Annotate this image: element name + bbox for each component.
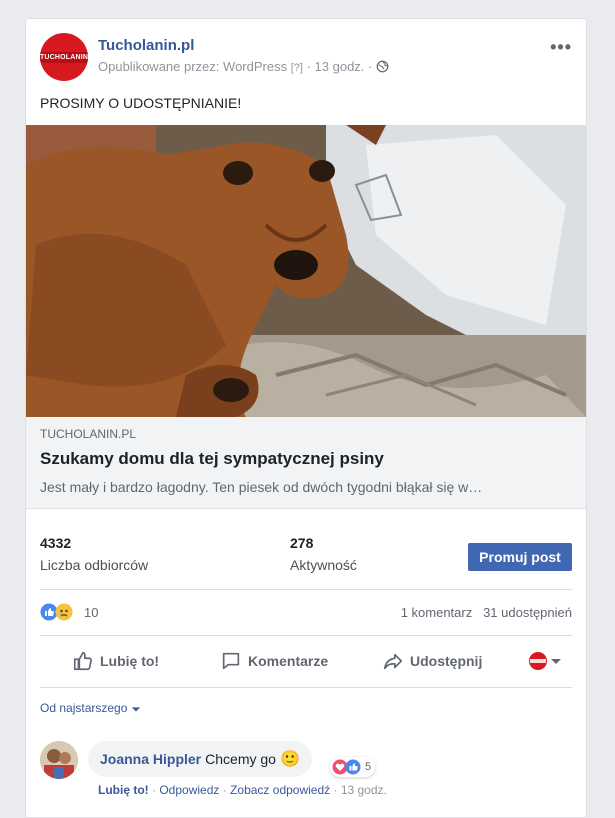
like-reaction-icon bbox=[345, 759, 361, 775]
like-button[interactable]: Lubię to! bbox=[72, 643, 159, 679]
link-domain: TUCHOLANIN.PL bbox=[40, 427, 137, 441]
comment-time[interactable]: 13 godz. bbox=[341, 783, 387, 797]
share-button-label: Udostępnij bbox=[410, 653, 483, 669]
share-button[interactable]: Udostępnij bbox=[382, 643, 482, 679]
meta-separator: · bbox=[306, 59, 311, 74]
comment-author[interactable]: Joanna Hippler bbox=[100, 751, 201, 767]
page-avatar[interactable]: TUCHOLANIN bbox=[40, 33, 88, 81]
post-stats: 4332 Liczba odbiorców 278 Aktywność Prom… bbox=[40, 535, 572, 585]
page-avatar-mini-icon bbox=[529, 652, 547, 670]
comment-text: Chcemy go bbox=[205, 751, 276, 767]
page-name-link[interactable]: Tucholanin.pl bbox=[98, 37, 194, 54]
post-actions: Lubię to! Komentarze Udostępnij bbox=[40, 643, 572, 679]
sort-label: Od najstarszego bbox=[40, 701, 128, 715]
reach-label: Liczba odbiorców bbox=[40, 557, 149, 573]
comment-reaction-count: 5 bbox=[365, 761, 372, 773]
commenter-avatar[interactable] bbox=[40, 741, 78, 779]
help-mark[interactable]: [?] bbox=[291, 62, 303, 74]
globe-icon[interactable] bbox=[376, 60, 389, 73]
post-card: TUCHOLANIN Tucholanin.pl Opublikowane pr… bbox=[25, 18, 587, 818]
share-count-link[interactable]: 31 udostępnień bbox=[483, 605, 572, 620]
caret-down-icon bbox=[551, 659, 561, 664]
comment-reactions[interactable]: 5 bbox=[330, 757, 376, 777]
more-icon[interactable]: ••• bbox=[550, 37, 572, 58]
commenter-avatar-image bbox=[40, 741, 78, 779]
comment-reply-link[interactable]: Odpowiedz bbox=[159, 783, 219, 797]
promote-post-button[interactable]: Promuj post bbox=[468, 543, 572, 571]
reach-value[interactable]: 4332 bbox=[40, 535, 71, 551]
comment-item: Joanna Hippler Chcemy go 🙂 5 Lubię to! ·… bbox=[40, 741, 572, 811]
comment-actions-separator: · bbox=[222, 783, 227, 797]
divider bbox=[40, 589, 572, 590]
post-time[interactable]: 13 godz. bbox=[315, 59, 365, 74]
engagement-summary: 1 komentarz 31 udostępnień bbox=[401, 605, 572, 620]
post-as-selector[interactable] bbox=[528, 643, 568, 679]
meta-separator: · bbox=[368, 59, 373, 74]
sad-reaction-icon bbox=[55, 603, 73, 621]
post-meta: Opublikowane przez: WordPress [?] · 13 g… bbox=[98, 59, 389, 74]
avatar-logo-text: TUCHOLANIN bbox=[40, 51, 88, 63]
link-title[interactable]: Szukamy domu dla tej sympatycznej psiny bbox=[40, 449, 384, 469]
dog-photo[interactable] bbox=[26, 125, 586, 417]
smile-emoji-icon: 🙂 bbox=[279, 751, 300, 768]
post-header: TUCHOLANIN Tucholanin.pl Opublikowane pr… bbox=[40, 33, 574, 85]
engagement-value[interactable]: 278 bbox=[290, 535, 313, 551]
comment-sort-dropdown[interactable]: Od najstarszego bbox=[40, 701, 141, 715]
comment-actions: Lubię to! · Odpowiedz · Zobacz odpowiedź… bbox=[98, 783, 387, 797]
divider bbox=[40, 635, 572, 636]
link-preview[interactable]: TUCHOLANIN.PL Szukamy domu dla tej sympa… bbox=[26, 125, 586, 509]
comment-actions-separator: · bbox=[333, 783, 338, 797]
see-replies-link[interactable]: Zobacz odpowiedź bbox=[230, 783, 330, 797]
comment-bubble: Joanna Hippler Chcemy go 🙂 bbox=[88, 741, 312, 777]
caret-down-icon bbox=[131, 707, 140, 712]
share-icon bbox=[383, 653, 403, 670]
post-text: PROSIMY O UDOSTĘPNIANIE! bbox=[40, 95, 242, 111]
published-by-prefix: Opublikowane przez: bbox=[98, 59, 220, 74]
comment-count-link[interactable]: 1 komentarz bbox=[401, 605, 473, 620]
divider bbox=[40, 687, 572, 688]
comment-button-label: Komentarze bbox=[248, 653, 329, 669]
reaction-icons[interactable] bbox=[40, 603, 73, 621]
engagement-label: Aktywność bbox=[290, 557, 357, 573]
comment-button[interactable]: Komentarze bbox=[220, 643, 328, 679]
like-button-label: Lubię to! bbox=[100, 653, 160, 669]
reaction-count[interactable]: 10 bbox=[84, 605, 98, 620]
reactions-bar: 10 1 komentarz 31 udostępnień bbox=[40, 603, 572, 623]
link-description: Jest mały i bardzo łagodny. Ten piesek o… bbox=[40, 479, 483, 495]
published-by-app[interactable]: WordPress bbox=[223, 59, 287, 74]
comment-actions-separator: · bbox=[152, 783, 156, 797]
thumbs-up-icon bbox=[73, 651, 92, 671]
comment-like-link[interactable]: Lubię to! bbox=[98, 783, 149, 797]
dog-photo-illustration bbox=[26, 125, 586, 417]
comment-icon bbox=[222, 652, 240, 670]
